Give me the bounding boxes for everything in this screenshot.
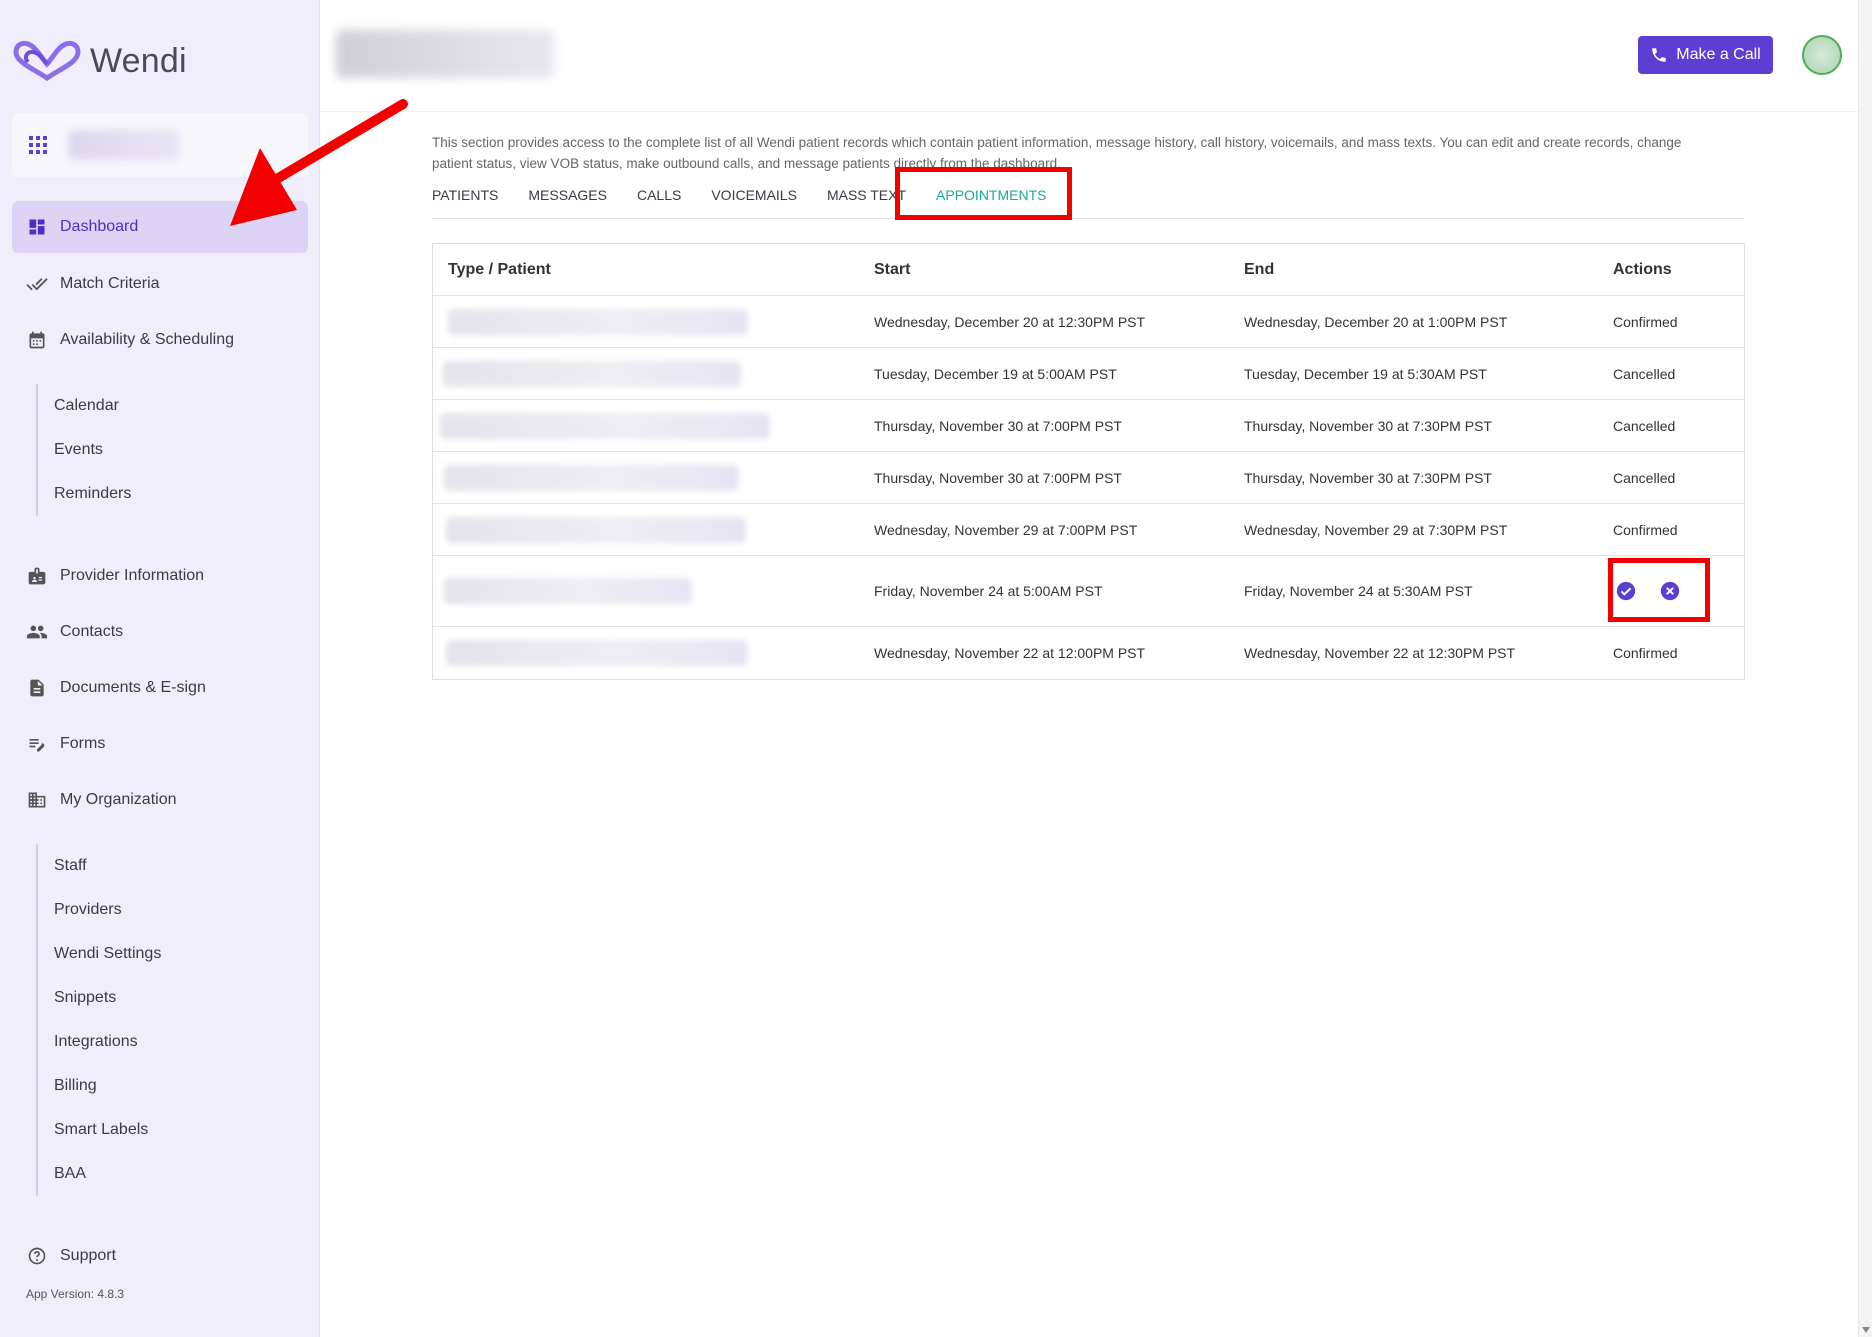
annotation-arrow-icon xyxy=(230,99,408,226)
nav-baa[interactable]: BAA xyxy=(38,1152,161,1196)
nav-forms[interactable]: Forms xyxy=(12,718,308,770)
appointment-end: Wednesday, December 20 at 1:00PM PST xyxy=(1244,313,1508,330)
header-divider xyxy=(320,111,1858,112)
nav-label: Match Criteria xyxy=(60,275,160,292)
patient-name-redacted xyxy=(440,412,770,439)
appointment-start: Wednesday, December 20 at 12:30PM PST xyxy=(874,313,1146,330)
nav-calendar[interactable]: Calendar xyxy=(38,384,131,428)
patient-name-redacted xyxy=(444,464,739,491)
tab-bar: PATIENTS MESSAGES CALLS VOICEMAILS MASS … xyxy=(432,182,1744,219)
nav-contacts[interactable]: Contacts xyxy=(12,606,308,658)
actions-highlight xyxy=(1608,558,1710,622)
nav-smart-labels[interactable]: Smart Labels xyxy=(38,1108,161,1152)
appointment-end: Wednesday, November 29 at 7:30PM PST xyxy=(1244,521,1508,538)
column-header-start[interactable]: Start xyxy=(874,261,1244,279)
appointment-end: Thursday, November 30 at 7:30PM PST xyxy=(1244,417,1492,434)
table-row[interactable]: Wednesday, November 29 at 7:00PM PST Wed… xyxy=(433,504,1744,556)
appointment-end: Thursday, November 30 at 7:30PM PST xyxy=(1244,469,1492,486)
nav-label: Provider Information xyxy=(60,567,205,584)
nav-snippets[interactable]: Snippets xyxy=(38,976,161,1020)
appointment-start: Thursday, November 30 at 7:00PM PST xyxy=(874,417,1122,434)
column-header-end[interactable]: End xyxy=(1244,261,1613,279)
appointment-status: Confirmed xyxy=(1613,645,1678,661)
help-circle-icon xyxy=(25,1244,49,1268)
nav-provider-information[interactable]: Provider Information xyxy=(12,550,308,602)
phone-icon xyxy=(1652,48,1666,62)
nav-label: Documents & E-sign xyxy=(60,679,206,696)
patient-name-redacted xyxy=(446,516,746,543)
nav-label: Support xyxy=(60,1247,117,1264)
tab-calls[interactable]: CALLS xyxy=(637,182,681,218)
nav-label: Availability & Scheduling xyxy=(60,331,235,348)
badge-icon xyxy=(25,564,49,588)
tab-messages[interactable]: MESSAGES xyxy=(528,182,607,218)
document-icon xyxy=(25,676,49,700)
appointments-table: Type / Patient Start End Actions Wednesd… xyxy=(432,243,1745,680)
vertical-scrollbar[interactable] xyxy=(1858,0,1872,1337)
nav-events[interactable]: Events xyxy=(38,428,131,472)
patient-name-redacted xyxy=(446,640,748,666)
nav-billing[interactable]: Billing xyxy=(38,1064,161,1108)
nav-label: My Organization xyxy=(60,791,177,808)
people-icon xyxy=(25,620,49,644)
appointments-tab-highlight xyxy=(895,167,1072,220)
avatar[interactable] xyxy=(1802,35,1842,75)
nav-integrations[interactable]: Integrations xyxy=(38,1020,161,1064)
appointment-status: Cancelled xyxy=(1613,417,1676,434)
patient-name-redacted xyxy=(444,578,692,604)
make-a-call-button[interactable]: Make a Call xyxy=(1638,36,1773,74)
nav-wendi-settings[interactable]: Wendi Settings xyxy=(38,932,161,976)
appointment-start: Friday, November 24 at 5:00AM PST xyxy=(874,583,1103,599)
appointment-start: Wednesday, November 22 at 12:00PM PST xyxy=(874,645,1146,661)
appointment-status: Cancelled xyxy=(1613,365,1676,382)
tab-patients[interactable]: PATIENTS xyxy=(432,182,498,218)
nav-providers[interactable]: Providers xyxy=(38,888,161,932)
nav-documents-esign[interactable]: Documents & E-sign xyxy=(12,662,308,714)
nav-label: Contacts xyxy=(60,623,124,640)
table-row[interactable]: Tuesday, December 19 at 5:00AM PST Tuesd… xyxy=(433,348,1744,400)
calendar-icon xyxy=(25,328,49,352)
table-header-row: Type / Patient Start End Actions xyxy=(433,244,1744,296)
table-row[interactable]: Thursday, November 30 at 7:00PM PST Thur… xyxy=(433,452,1744,504)
patient-name-redacted xyxy=(443,360,741,387)
patient-name-redacted xyxy=(448,308,748,335)
appointment-status: Cancelled xyxy=(1613,469,1676,486)
nav-reminders[interactable]: Reminders xyxy=(38,472,131,516)
column-header-type-patient[interactable]: Type / Patient xyxy=(433,261,874,279)
appointment-status: Confirmed xyxy=(1613,521,1678,538)
appointment-end: Friday, November 24 at 5:30AM PST xyxy=(1244,583,1473,599)
scroll-down-arrow-icon[interactable] xyxy=(1862,1327,1870,1333)
appointment-end: Tuesday, December 19 at 5:30AM PST xyxy=(1244,365,1487,382)
tab-voicemails[interactable]: VOICEMAILS xyxy=(711,182,797,218)
building-icon xyxy=(25,788,49,812)
nav-staff[interactable]: Staff xyxy=(38,844,161,888)
table-row[interactable]: Wednesday, November 22 at 12:00PM PST We… xyxy=(433,627,1744,679)
column-header-actions: Actions xyxy=(1613,260,1672,278)
edit-note-icon xyxy=(25,732,49,756)
appointment-start: Wednesday, November 29 at 7:00PM PST xyxy=(874,521,1138,538)
app-version: App Version: 4.8.3 xyxy=(26,1287,125,1301)
nav-label: Forms xyxy=(60,735,106,752)
nav-match-criteria[interactable]: Match Criteria xyxy=(12,258,308,310)
section-description: This section provides access to the comp… xyxy=(432,135,1682,171)
table-row[interactable]: Friday, November 24 at 5:00AM PST Friday… xyxy=(433,556,1744,627)
appointment-end: Wednesday, November 22 at 12:30PM PST xyxy=(1244,645,1516,661)
table-row[interactable]: Wednesday, December 20 at 12:30PM PST We… xyxy=(433,296,1744,348)
nav-my-organization[interactable]: My Organization xyxy=(12,774,308,826)
appointment-start: Thursday, November 30 at 7:00PM PST xyxy=(874,469,1122,486)
table-row[interactable]: Thursday, November 30 at 7:00PM PST Thur… xyxy=(433,400,1744,452)
appointment-start: Tuesday, December 19 at 5:00AM PST xyxy=(874,365,1117,382)
nav-support[interactable]: Support xyxy=(12,1230,308,1282)
nav-availability-scheduling[interactable]: Availability & Scheduling xyxy=(12,314,308,366)
scheduling-submenu: Calendar Events Reminders xyxy=(36,384,131,516)
organization-submenu: Staff Providers Wendi Settings Snippets … xyxy=(36,844,161,1196)
appointment-status: Confirmed xyxy=(1613,313,1678,330)
double-check-icon xyxy=(25,272,49,296)
make-a-call-label: Make a Call xyxy=(1676,46,1761,63)
